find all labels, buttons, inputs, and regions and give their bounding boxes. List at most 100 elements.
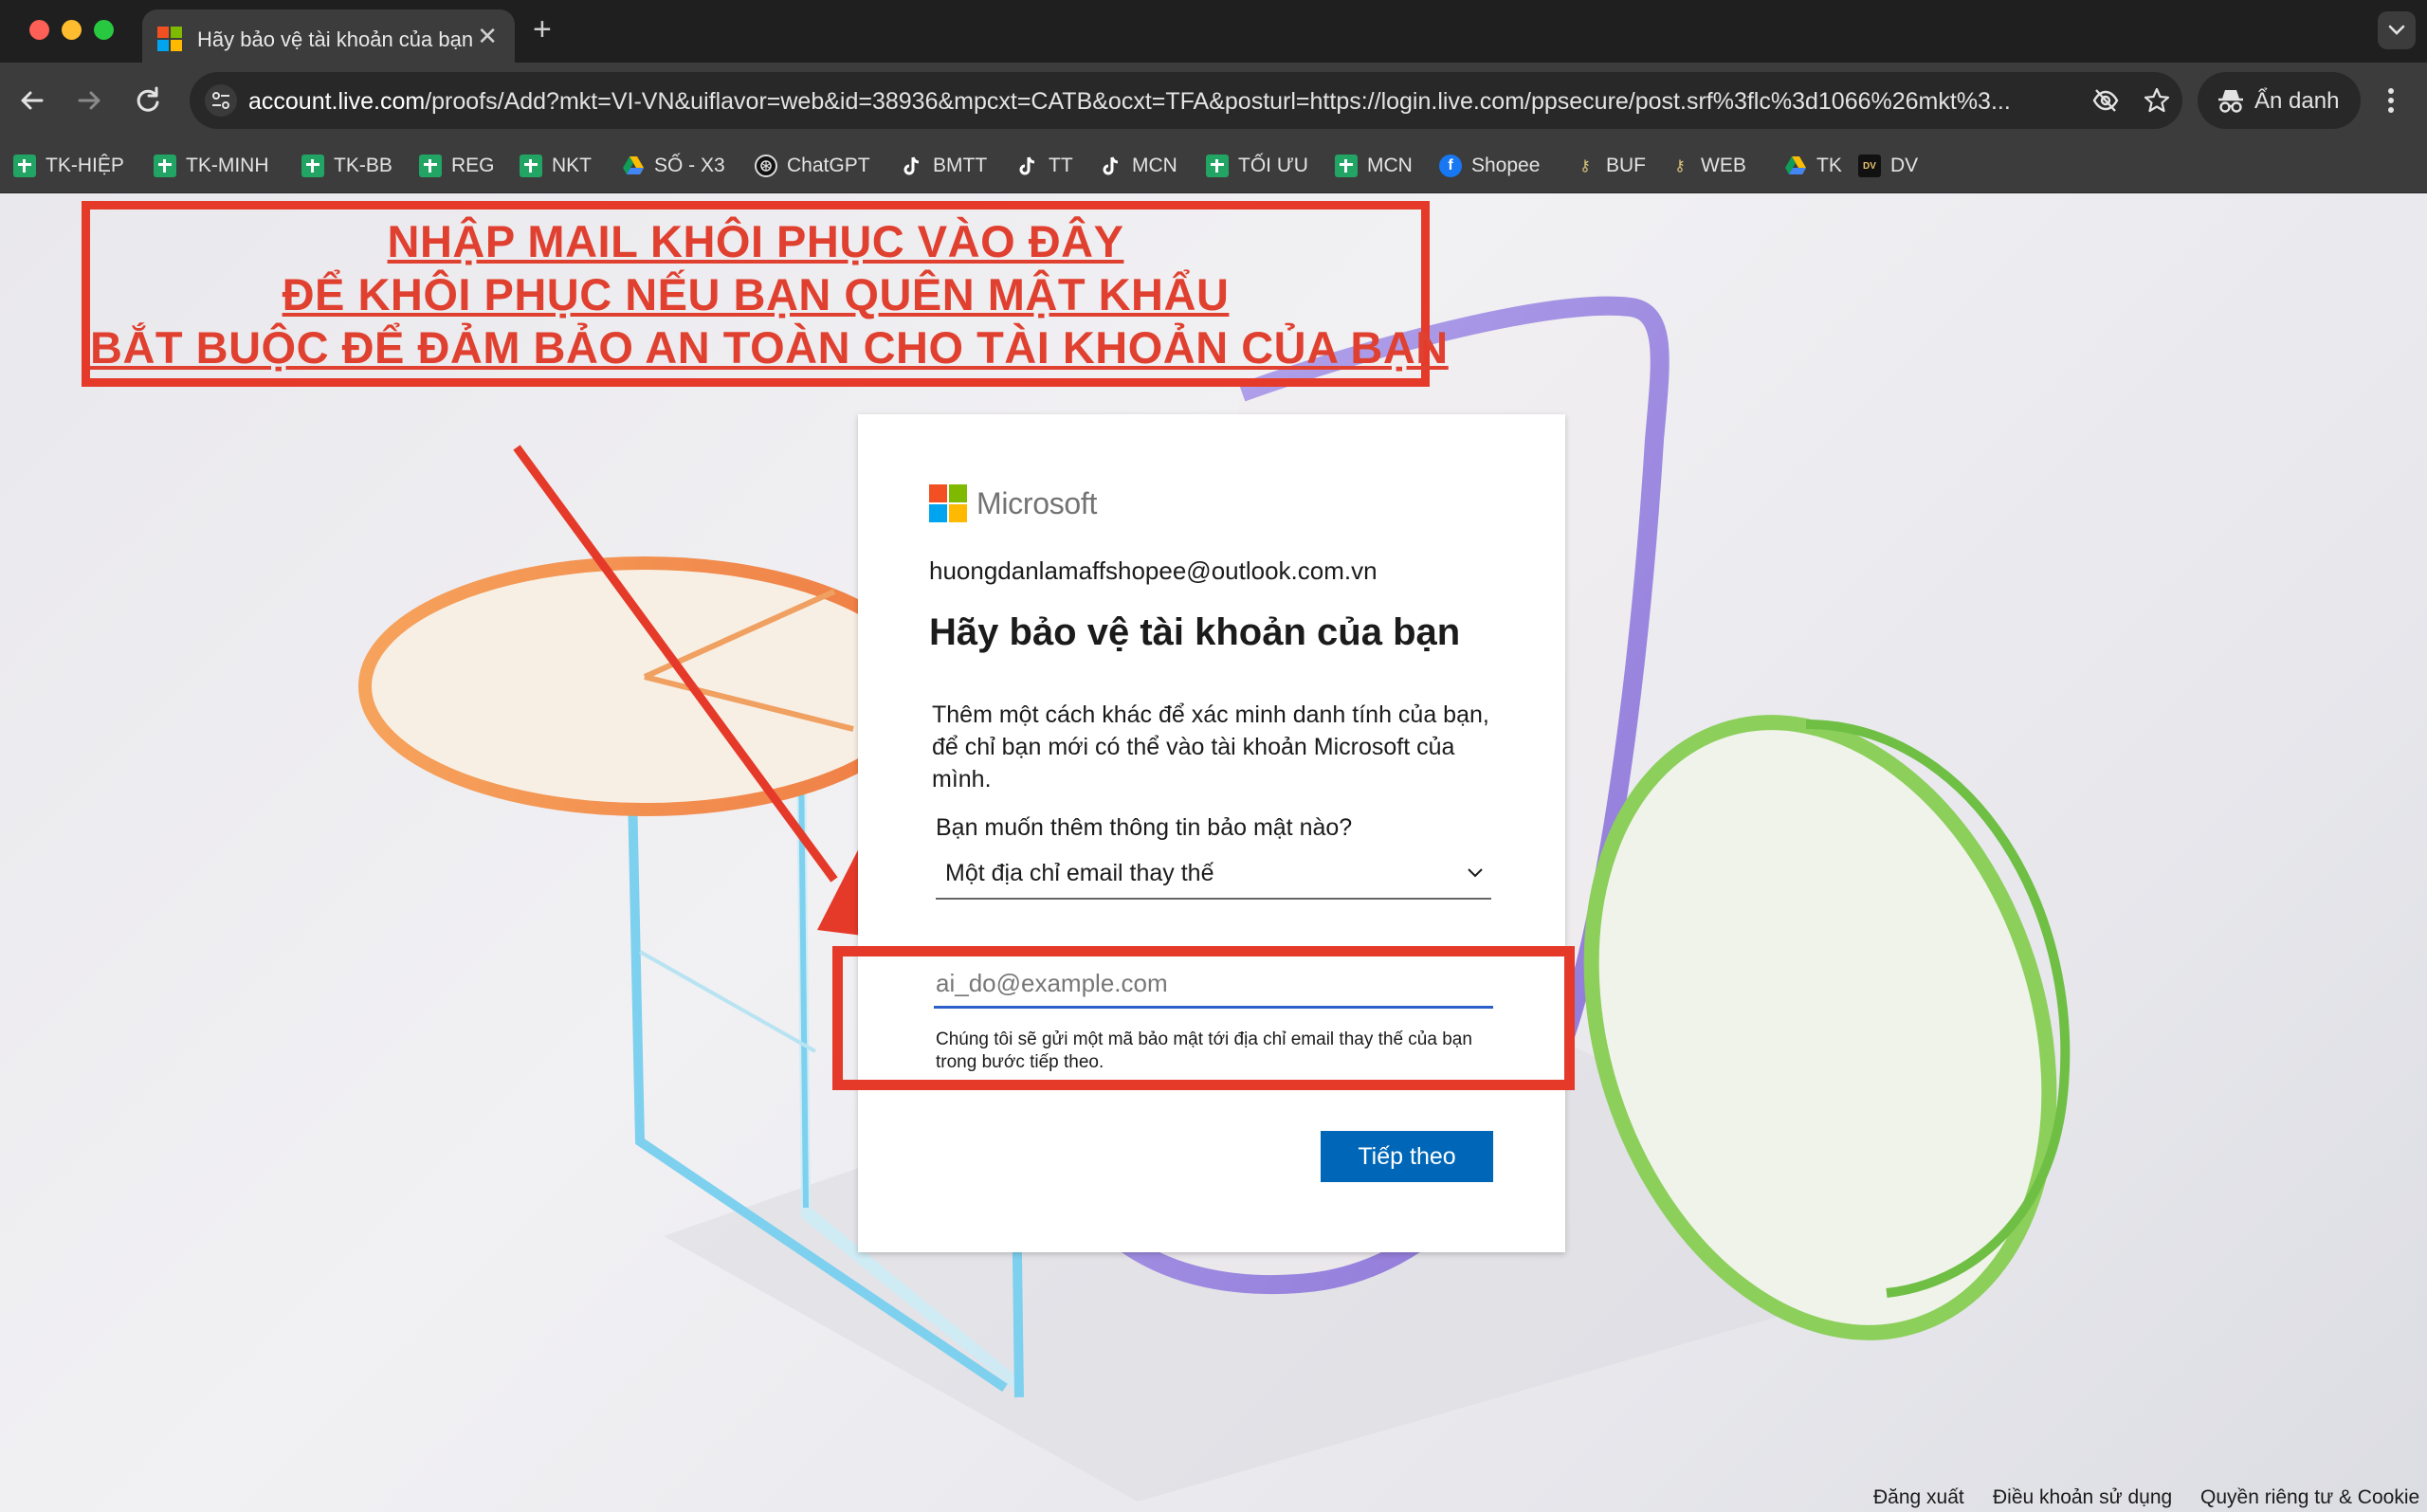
microsoft-logo: Microsoft (929, 484, 1097, 522)
tiktok-icon (1100, 155, 1122, 177)
star-icon[interactable] (2143, 86, 2171, 115)
bookmark-label: TK-BB (334, 155, 392, 176)
instruction-line-3: BẮT BUỘC ĐỂ ĐẢM BẢO AN TOÀN CHO TÀI KHOẢ… (90, 322, 1449, 373)
tiktok-icon (1016, 155, 1039, 177)
browser-menu-button[interactable] (2380, 83, 2402, 118)
sign-out-link[interactable]: Đăng xuất (1873, 1486, 1964, 1509)
bookmark-label: BMTT (933, 155, 988, 176)
page-title: Hãy bảo vệ tài khoản của bạn (929, 611, 1461, 653)
instruction-line-1: NHẬP MAIL KHÔI PHỤC VÀO ĐÂY (387, 216, 1124, 266)
arrow-right-icon (78, 91, 100, 110)
tiktok-icon (901, 155, 923, 177)
page-content: NHẬP MAIL KHÔI PHỤC VÀO ĐÂY ĐỂ KHÔI PHỤC… (0, 193, 2427, 1512)
sheets-icon (520, 155, 542, 177)
incognito-indicator[interactable]: Ẩn danh (2198, 72, 2361, 129)
eye-off-icon[interactable] (2091, 86, 2120, 115)
instruction-banner: NHẬP MAIL KHÔI PHỤC VÀO ĐÂY ĐỂ KHÔI PHỤC… (82, 201, 1449, 387)
key-icon: ⚷ (1674, 158, 1686, 174)
bookmark-item[interactable]: TT (1016, 150, 1073, 182)
bookmark-label: SỐ - X3 (654, 155, 725, 176)
tab-search-button[interactable] (2378, 11, 2416, 49)
close-window-button[interactable] (29, 20, 49, 40)
drive-icon (622, 155, 645, 177)
bookmark-label: ChatGPT (787, 155, 870, 176)
security-info-question: Bạn muốn thêm thông tin bảo mật nào? (936, 814, 1353, 841)
arrow-left-icon (21, 91, 44, 110)
bookmark-label: DV (1890, 155, 1919, 176)
tab-close-icon[interactable]: ✕ (477, 23, 498, 49)
bookmarks-bar: TK-HIỆP TK-MINH TK-BB REG NKT SỐ - X3 ChatGPT B… (0, 138, 2427, 193)
bookmark-item[interactable]: BMTT (901, 150, 987, 182)
bookmark-item[interactable]: ChatGPT (755, 150, 870, 182)
bookmark-label: MCN (1367, 155, 1413, 176)
sheets-icon (1206, 155, 1229, 177)
browser-titlebar: Hãy bảo vệ tài khoản của bạn ✕ + (0, 0, 2427, 63)
bookmark-label: MCN (1132, 155, 1177, 176)
bookmark-item[interactable]: DV DV (1858, 150, 1918, 182)
bookmark-item[interactable]: ⚷ BUF (1574, 150, 1646, 182)
new-tab-button[interactable]: + (533, 13, 552, 46)
reload-icon (137, 86, 159, 112)
facebook-icon: f (1439, 155, 1462, 177)
bookmark-item[interactable]: TỐI ƯU (1206, 150, 1308, 182)
bookmark-item[interactable]: MCN (1100, 150, 1177, 182)
url-host: account.live.com (248, 88, 426, 115)
drive-icon (1784, 155, 1807, 177)
key-icon: ⚷ (1579, 158, 1591, 174)
bookmark-item[interactable]: TK-HIỆP (13, 150, 124, 182)
sheets-icon (301, 155, 324, 177)
microsoft-logo-icon (929, 484, 967, 522)
bookmark-item[interactable]: SỐ - X3 (622, 150, 725, 182)
bookmark-item[interactable]: REG (419, 150, 495, 182)
url-path: /proofs/Add?mkt=VI-VN&uiflavor=web&id=38… (425, 88, 2011, 115)
bookmark-item[interactable]: ⚷ WEB (1669, 150, 1746, 182)
address-bar[interactable]: account.live.com/proofs/Add?mkt=VI-VN&ui… (190, 72, 2182, 129)
bookmark-label: TK-MINH (186, 155, 269, 176)
bookmark-label: Shopee (1471, 155, 1541, 176)
site-info-icon[interactable] (205, 84, 237, 117)
privacy-cookies-link[interactable]: Quyền riêng tư & Cookie (2200, 1486, 2419, 1509)
microsoft-favicon-icon (157, 27, 182, 51)
bookmark-item[interactable]: f Shopee (1439, 150, 1540, 182)
url-text: account.live.com/proofs/Add?mkt=VI-VN&ui… (248, 88, 2050, 116)
minimize-window-button[interactable] (62, 20, 82, 40)
bookmark-label: REG (451, 155, 495, 176)
highlight-email-field-box (832, 946, 1575, 1090)
incognito-label: Ẩn danh (2254, 88, 2340, 114)
browser-tab-active[interactable]: Hãy bảo vệ tài khoản của bạn ✕ (142, 9, 515, 63)
bookmark-item[interactable]: TK-BB (301, 150, 392, 182)
maximize-window-button[interactable] (94, 20, 114, 40)
selected-option: Một địa chỉ email thay thế (945, 860, 1214, 886)
bookmark-label: WEB (1701, 155, 1746, 176)
bookmark-label: BUF (1606, 155, 1646, 176)
sheets-icon (154, 155, 176, 177)
more-vertical-icon (2388, 88, 2394, 113)
bookmark-label: TK-HIỆP (46, 155, 124, 176)
next-button[interactable]: Tiếp theo (1321, 1131, 1493, 1182)
terms-of-use-link[interactable]: Điều khoản sử dụng (1993, 1486, 2172, 1509)
bookmark-item[interactable]: TK (1784, 150, 1842, 182)
sheets-icon (1335, 155, 1358, 177)
security-info-type-select[interactable]: Một địa chỉ email thay thế (936, 852, 1491, 900)
bookmark-item[interactable]: TK-MINH (154, 150, 269, 182)
instruction-line-2: ĐỂ KHÔI PHỤC NẾU BẠN QUÊN MẬT KHẨU (282, 269, 1230, 319)
tab-title: Hãy bảo vệ tài khoản của bạn (197, 27, 474, 51)
account-email: huongdanlamaffshopee@outlook.com.vn (929, 556, 1378, 585)
sheets-icon (13, 155, 36, 177)
chatgpt-icon (755, 155, 777, 177)
bookmark-label: TK (1816, 155, 1842, 176)
reload-button[interactable] (131, 83, 165, 118)
forward-button[interactable] (72, 83, 106, 118)
protect-account-card: Microsoft huongdanlamaffshopee@outlook.c… (858, 414, 1565, 1252)
bookmark-item[interactable]: MCN (1335, 150, 1413, 182)
bookmark-item[interactable]: NKT (520, 150, 592, 182)
dv-icon: DV (1858, 155, 1881, 177)
brand-name: Microsoft (976, 485, 1098, 520)
bookmark-label: NKT (552, 155, 592, 176)
incognito-icon (2218, 90, 2243, 113)
back-button[interactable] (15, 83, 49, 118)
bookmark-label: TỐI ƯU (1238, 155, 1308, 176)
browser-toolbar: account.live.com/proofs/Add?mkt=VI-VN&ui… (0, 63, 2427, 138)
description-text: Thêm một cách khác để xác minh danh tính… (932, 701, 1489, 792)
bookmark-label: TT (1049, 155, 1073, 176)
